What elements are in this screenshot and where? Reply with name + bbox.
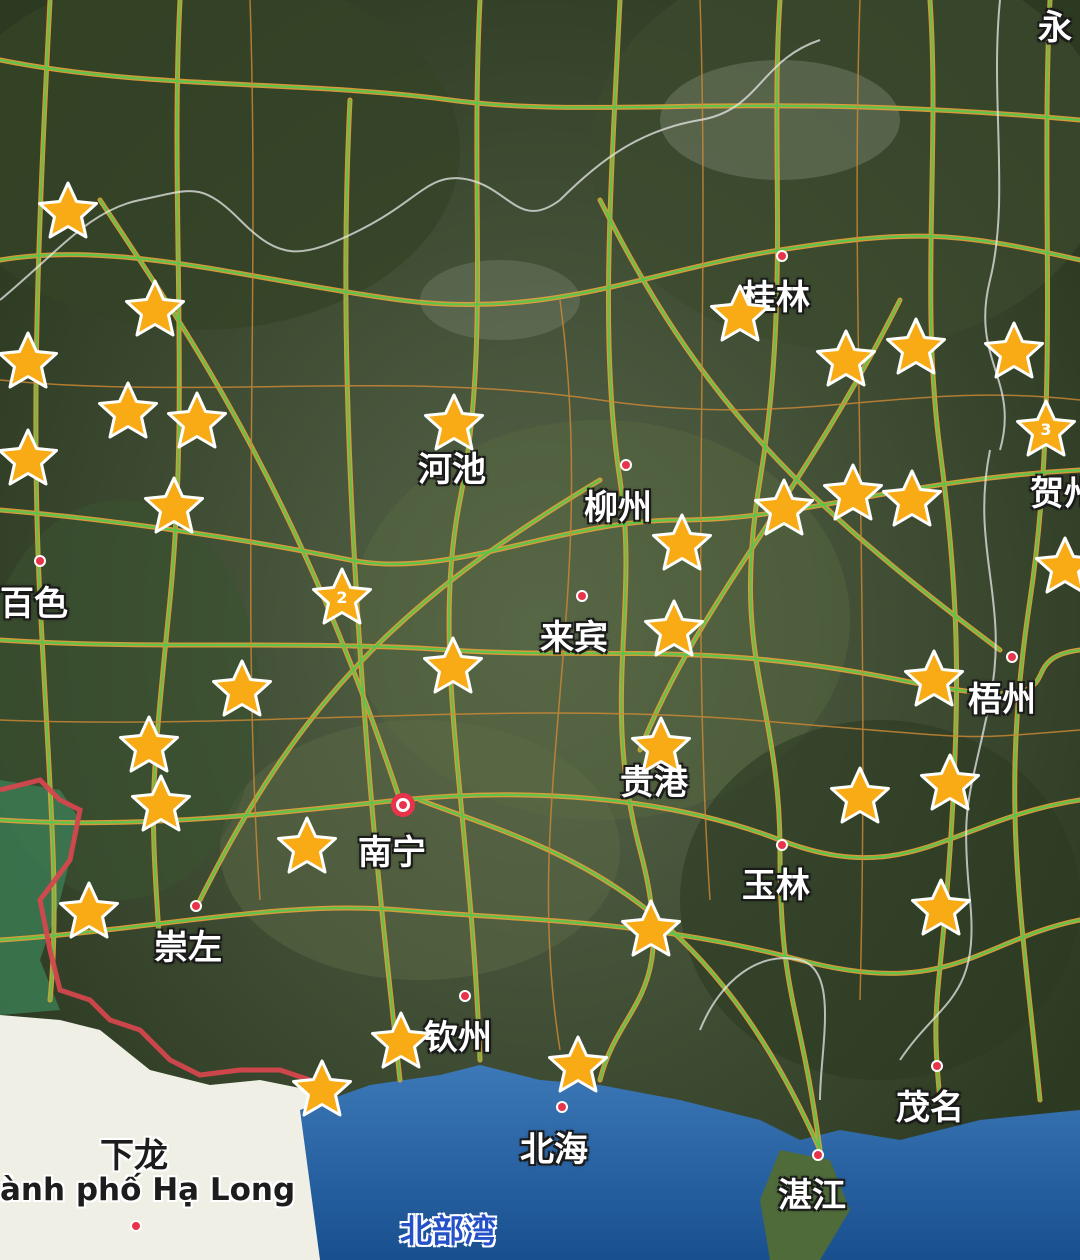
star-icon[interactable] bbox=[881, 468, 943, 528]
star-icon[interactable] bbox=[97, 380, 159, 440]
label-beibuwan: 北部湾 bbox=[400, 1212, 497, 1250]
star-icon[interactable] bbox=[651, 512, 713, 572]
star-icon[interactable] bbox=[630, 715, 692, 775]
label-hezhou[interactable]: 贺州 bbox=[1030, 466, 1080, 515]
star-icon[interactable] bbox=[37, 180, 99, 240]
capital-dot-nanning bbox=[391, 793, 415, 817]
label-xialong[interactable]: 下龙 bbox=[100, 1128, 168, 1177]
label-halong[interactable]: ành phố Hạ Long bbox=[0, 1172, 295, 1208]
star-icon[interactable] bbox=[903, 648, 965, 708]
label-baise[interactable]: 百色 bbox=[0, 576, 68, 625]
star-icon[interactable] bbox=[276, 815, 338, 875]
label-laibin[interactable]: 来宾 bbox=[540, 610, 608, 659]
city-dot-baise bbox=[34, 555, 46, 567]
star-icon[interactable] bbox=[822, 462, 884, 522]
star-icon[interactable] bbox=[0, 330, 59, 390]
star-icon[interactable] bbox=[753, 477, 815, 537]
cluster-count: 2 bbox=[336, 588, 348, 607]
cluster-star-icon[interactable]: 2 bbox=[311, 566, 373, 626]
cluster-count: 3 bbox=[1040, 420, 1052, 439]
star-icon[interactable] bbox=[422, 635, 484, 695]
city-dot-qinzhou bbox=[459, 990, 471, 1002]
label-chongzuo[interactable]: 崇左 bbox=[154, 920, 222, 969]
city-dot-liuzhou bbox=[620, 459, 632, 471]
city-dot-wuzhou bbox=[1006, 651, 1018, 663]
city-dot-yulin bbox=[776, 839, 788, 851]
city-dot-halong bbox=[130, 1220, 142, 1232]
star-icon[interactable] bbox=[130, 773, 192, 833]
city-dot-guilin bbox=[776, 250, 788, 262]
cluster-star-icon[interactable]: 3 bbox=[1015, 398, 1077, 458]
label-maoming[interactable]: 茂名 bbox=[896, 1080, 964, 1129]
star-icon[interactable] bbox=[1034, 535, 1080, 595]
star-icon[interactable] bbox=[0, 427, 59, 487]
star-icon[interactable] bbox=[919, 752, 981, 812]
star-icon[interactable] bbox=[547, 1034, 609, 1094]
star-icon[interactable] bbox=[211, 658, 273, 718]
label-nanning[interactable]: 南宁 bbox=[358, 825, 426, 874]
city-dot-beihai bbox=[556, 1101, 568, 1113]
star-icon[interactable] bbox=[815, 328, 877, 388]
star-icon[interactable] bbox=[910, 877, 972, 937]
city-dot-zhanjiang bbox=[812, 1149, 824, 1161]
label-yong[interactable]: 永 bbox=[1038, 0, 1072, 49]
star-icon[interactable] bbox=[885, 316, 947, 376]
star-icon[interactable] bbox=[118, 714, 180, 774]
star-icon[interactable] bbox=[709, 283, 771, 343]
star-icon[interactable] bbox=[829, 765, 891, 825]
star-icon[interactable] bbox=[166, 390, 228, 450]
star-icon[interactable] bbox=[370, 1010, 432, 1070]
star-icon[interactable] bbox=[643, 598, 705, 658]
label-zhanjiang[interactable]: 湛江 bbox=[778, 1168, 846, 1217]
label-yulin[interactable]: 玉林 bbox=[742, 858, 810, 907]
label-wuzhou[interactable]: 梧州 bbox=[968, 672, 1036, 721]
map-canvas[interactable]: 桂林 河池 柳州 百色 来宾 梧州 贵港 南宁 玉林 崇左 钦州 茂名 北海 湛… bbox=[0, 0, 1080, 1260]
star-icon[interactable] bbox=[423, 392, 485, 452]
city-dot-laibin bbox=[576, 590, 588, 602]
label-beihai[interactable]: 北海 bbox=[520, 1122, 588, 1171]
city-dot-chongzuo bbox=[190, 900, 202, 912]
city-dot-maoming bbox=[931, 1060, 943, 1072]
star-icon[interactable] bbox=[143, 475, 205, 535]
star-icon[interactable] bbox=[620, 898, 682, 958]
label-liuzhou[interactable]: 柳州 bbox=[584, 480, 652, 529]
star-icon[interactable] bbox=[58, 880, 120, 940]
star-icon[interactable] bbox=[124, 278, 186, 338]
star-icon[interactable] bbox=[983, 320, 1045, 380]
label-qinzhou[interactable]: 钦州 bbox=[424, 1010, 492, 1059]
star-icon[interactable] bbox=[291, 1058, 353, 1118]
